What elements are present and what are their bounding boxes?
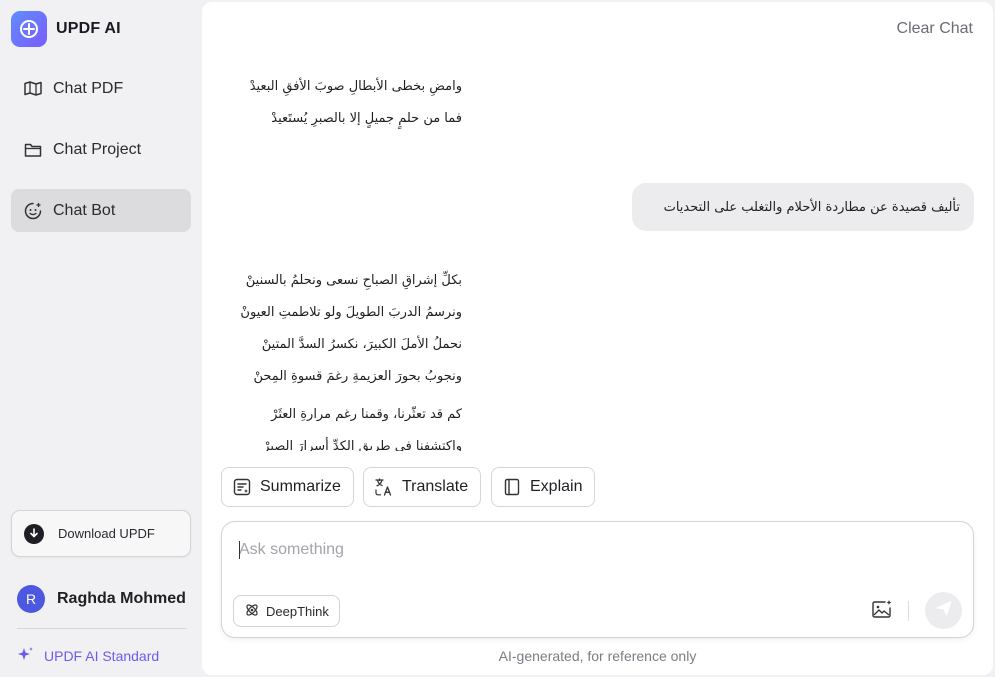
user-profile[interactable]: R Raghda Mohmed [17,585,186,613]
sparkle-icon [17,646,35,665]
message-line: ونجوبُ بحورَ العزيمةِ رغمَ قسوةِ المِحنْ [253,369,462,384]
avatar: R [17,585,45,613]
plan-link[interactable]: UPDF AI Standard [17,646,159,665]
ai-message: وامضِ بخطى الأبطالِ صوبَ الأفقِ البعيدْ … [226,71,462,135]
sidebar-divider [17,628,187,629]
explain-button[interactable]: Explain [491,467,596,507]
composer: DeepThink [221,521,974,638]
ai-disclaimer: AI-generated, for reference only [498,648,697,664]
send-icon [935,599,953,622]
book-icon [502,477,522,497]
message-line: وامضِ بخطى الأبطالِ صوبَ الأفقِ البعيدْ [249,79,462,94]
ai-message: بكلِّ إشراقِ الصباحِ نسعى ونحلمُ بالسنين… [226,265,462,393]
updf-ai-logo-icon [11,11,47,47]
app-name: UPDF AI [56,20,121,37]
ai-message: كم قد تعثّرنا، وقمنا رغم مرارةِ العثَرْ … [226,399,462,451]
book-open-icon [23,79,43,99]
download-updf-button[interactable]: Download UPDF [11,510,191,557]
brand[interactable]: UPDF AI [11,11,121,47]
sidebar-item-label: Chat PDF [53,79,124,97]
ask-input[interactable] [239,536,939,564]
translate-label: Translate [402,478,469,495]
translate-button[interactable]: Translate [363,467,482,507]
plan-label: UPDF AI Standard [44,647,160,664]
deepthink-toggle[interactable]: DeepThink [233,595,340,627]
folder-icon [23,140,43,160]
download-icon [24,523,44,544]
composer-divider [908,601,909,621]
message-line: ونرسمُ الدربَ الطويلَ ولو تلاطمتِ العيون… [240,305,462,320]
sidebar-item-chat-project[interactable]: Chat Project [11,128,191,171]
message-line: بكلِّ إشراقِ الصباحِ نسعى ونحلمُ بالسنين… [245,273,462,288]
image-upload-button[interactable] [869,598,895,624]
text-caret [239,541,240,559]
sidebar-item-label: Chat Bot [53,201,116,219]
image-sparkle-icon [871,599,893,624]
deepthink-label: DeepThink [266,603,329,619]
message-line: واكتشفنا في طريقِ الكدِّ أسرارَ الصبرْ [263,439,462,451]
send-button[interactable] [925,592,962,629]
message-line: كم قد تعثّرنا، وقمنا رغم مرارةِ العثَرْ [271,407,462,422]
user-name: Raghda Mohmed [57,590,186,607]
message-line: نحملُ الأملَ الكبيرَ، نكسرُ السدَّ المتي… [261,337,462,352]
summarize-button[interactable]: Summarize [221,467,354,507]
explain-label: Explain [530,478,583,495]
sidebar: UPDF AI Chat PDF Chat Project Chat Bot D… [0,0,202,677]
summarize-icon [232,477,252,497]
summarize-label: Summarize [260,478,341,495]
sidebar-item-chat-pdf[interactable]: Chat PDF [11,67,191,110]
translate-icon [374,477,394,497]
download-label: Download UPDF [58,526,155,541]
clear-chat-button[interactable]: Clear Chat [897,20,973,38]
chat-messages[interactable]: وامضِ بخطى الأبطالِ صوبَ الأفقِ البعيدْ … [202,57,993,451]
sidebar-item-chat-bot[interactable]: Chat Bot [11,189,191,232]
user-message: تأليف قصيدة عن مطاردة الأحلام والتغلب عل… [632,183,974,231]
message-line: فما من حلمٍ جميلٍ إلا بالصبرِ يُستَعيدْ [271,111,462,126]
bot-face-icon [23,201,43,221]
atom-icon [244,602,260,621]
chat-panel: Clear Chat وامضِ بخطى الأبطالِ صوبَ الأف… [202,2,993,675]
sidebar-item-label: Chat Project [53,140,142,158]
